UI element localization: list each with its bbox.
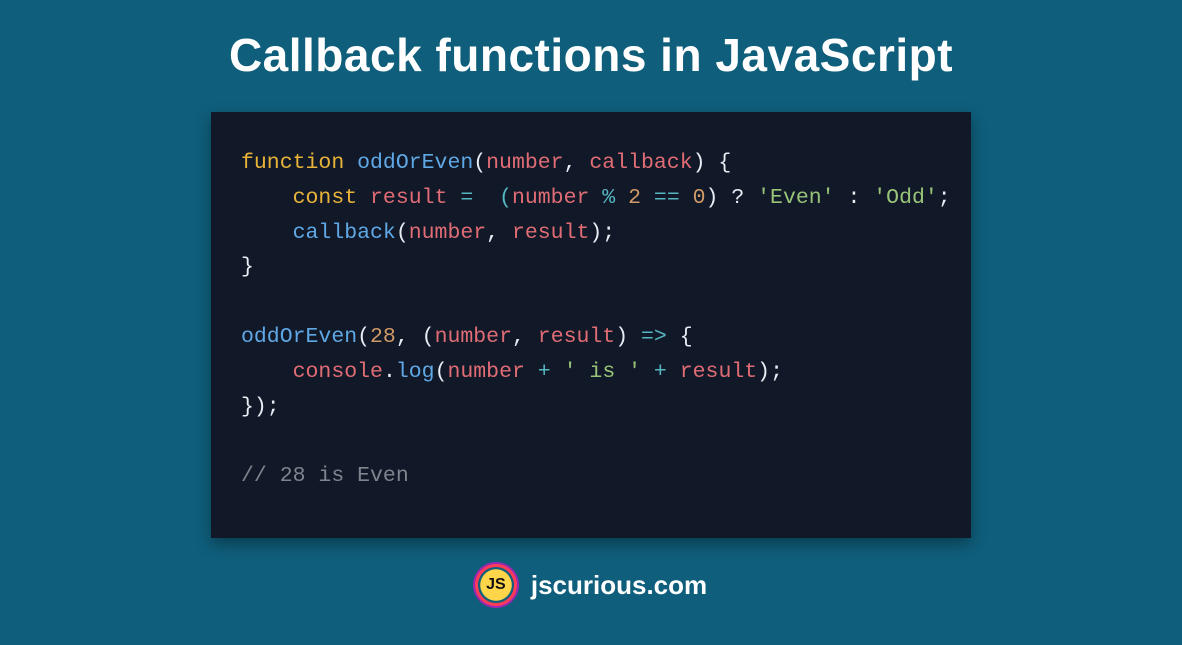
token-punct: {: [667, 325, 693, 349]
token-punct: ,: [486, 221, 512, 245]
token-operator: +: [641, 360, 680, 384]
token-punct: .: [383, 360, 396, 384]
token-number: 28: [370, 325, 396, 349]
token-arrow: =>: [641, 325, 667, 349]
token-punct: });: [241, 395, 280, 419]
token-operator: +: [525, 360, 564, 384]
token-comment: // 28 is Even: [241, 464, 409, 488]
token-punct: (: [357, 325, 370, 349]
token-function: oddOrEven: [357, 151, 473, 175]
token-indent: [241, 186, 293, 210]
token-punct: }: [241, 255, 254, 279]
token-param: number: [486, 151, 563, 175]
code-block: function oddOrEven(number, callback) { c…: [211, 112, 971, 538]
token-indent: [241, 221, 293, 245]
token-function: callback: [293, 221, 396, 245]
code-content: function oddOrEven(number, callback) { c…: [241, 146, 941, 494]
token-string: 'Odd': [873, 186, 938, 210]
token-function: oddOrEven: [241, 325, 357, 349]
token-punct: (: [473, 151, 486, 175]
token-punct: :: [835, 186, 874, 210]
token-punct: , (: [396, 325, 435, 349]
token-ident: result: [370, 186, 447, 210]
token-number: 0: [693, 186, 706, 210]
token-ident: result: [512, 221, 589, 245]
token-function: log: [396, 360, 435, 384]
logo-text: JS: [486, 576, 506, 594]
token-punct: ,: [564, 151, 590, 175]
token-ident: number: [409, 221, 486, 245]
token-ident: number: [447, 360, 524, 384]
token-operator: %: [589, 186, 628, 210]
token-object: console: [293, 360, 383, 384]
token-param: number: [435, 325, 512, 349]
page-title: Callback functions in JavaScript: [229, 28, 953, 82]
token-punct: );: [757, 360, 783, 384]
token-number: 2: [628, 186, 641, 210]
token-string: 'Even': [757, 186, 834, 210]
token-ident: number: [512, 186, 589, 210]
token-ident: result: [680, 360, 757, 384]
token-string: ' is ': [564, 360, 641, 384]
token-param: callback: [589, 151, 692, 175]
token-punct: );: [589, 221, 615, 245]
footer: JS jscurious.com: [475, 564, 707, 606]
token-keyword: const: [293, 186, 358, 210]
token-operator: = (: [447, 186, 512, 210]
site-name: jscurious.com: [531, 570, 707, 601]
token-punct: ) ?: [706, 186, 758, 210]
token-operator: ==: [641, 186, 693, 210]
token-punct: ): [615, 325, 641, 349]
token-punct: ) {: [693, 151, 732, 175]
site-logo-icon: JS: [475, 564, 517, 606]
token-param: result: [538, 325, 615, 349]
token-punct: (: [396, 221, 409, 245]
token-punct: (: [435, 360, 448, 384]
token-indent: [241, 360, 293, 384]
token-punct: ,: [512, 325, 538, 349]
token-punct: ;: [938, 186, 951, 210]
token-keyword: function: [241, 151, 344, 175]
